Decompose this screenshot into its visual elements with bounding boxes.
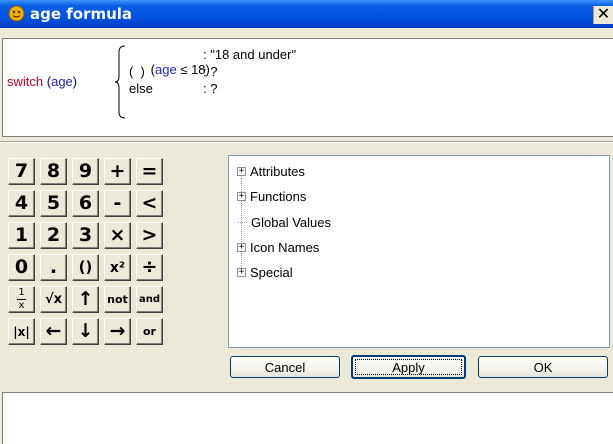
key-down-arrow[interactable]: ↓ xyxy=(72,318,99,345)
expand-icon[interactable]: + xyxy=(237,191,246,201)
switch-variable: age xyxy=(51,74,73,89)
status-panel xyxy=(2,392,613,444)
case-result-1[interactable]: : "18 and under" xyxy=(203,47,296,62)
tree-item-label: Attributes xyxy=(250,163,305,179)
key-0[interactable]: 0 xyxy=(8,254,35,281)
case-else[interactable]: else xyxy=(129,81,153,96)
case-condition-2[interactable]: ( ) xyxy=(129,64,145,79)
key-5[interactable]: 5 xyxy=(40,190,67,217)
key-up-arrow[interactable]: ↑ xyxy=(72,286,99,313)
window-title: age formula xyxy=(30,5,133,23)
key-right-arrow[interactable]: → xyxy=(104,318,131,345)
app-icon xyxy=(8,5,25,22)
case-brace-icon xyxy=(114,45,126,119)
tree-item-attributes[interactable]: + Attributes xyxy=(237,162,305,180)
key-absolute[interactable]: |x| xyxy=(8,318,35,345)
key-multiply[interactable]: × xyxy=(104,222,131,249)
key-9[interactable]: 9 xyxy=(72,158,99,185)
key-and[interactable]: and xyxy=(136,286,163,313)
title-bar[interactable]: age formula ✕ xyxy=(0,0,613,28)
switch-close-paren: ) xyxy=(72,74,78,89)
tree-item-special[interactable]: + Special xyxy=(237,263,293,281)
key-decimal[interactable]: . xyxy=(40,254,67,281)
key-7[interactable]: 7 xyxy=(8,158,35,185)
key-reciprocal[interactable]: 1x xyxy=(8,286,35,313)
tree-item-label: Icon Names xyxy=(250,239,320,255)
tree-item-label: Special xyxy=(250,264,293,280)
symbol-tree[interactable]: + Attributes + Functions Global Values +… xyxy=(228,155,610,348)
formula-editor-window: age formula ✕ switch (age) (age ≤ 18) : … xyxy=(0,0,613,444)
formula-display[interactable]: switch (age) (age ≤ 18) : "18 and under"… xyxy=(2,38,613,137)
tree-leaf-connector xyxy=(238,221,247,223)
key-parentheses[interactable]: () xyxy=(72,254,99,281)
case-variable: age xyxy=(155,62,177,77)
ok-button[interactable]: OK xyxy=(478,356,608,378)
key-4[interactable]: 4 xyxy=(8,190,35,217)
key-or[interactable]: or xyxy=(136,318,163,345)
key-equals[interactable]: = xyxy=(136,158,163,185)
expand-icon[interactable]: + xyxy=(237,267,246,277)
tree-item-label: Global Values xyxy=(251,214,331,230)
tree-item-functions[interactable]: + Functions xyxy=(237,187,306,205)
key-8[interactable]: 8 xyxy=(40,158,67,185)
cancel-button[interactable]: Cancel xyxy=(230,356,340,378)
key-greater-than[interactable]: > xyxy=(136,222,163,249)
tree-item-label: Functions xyxy=(250,188,307,204)
key-square-root[interactable]: √x xyxy=(40,286,67,313)
key-less-than[interactable]: < xyxy=(136,190,163,217)
key-square[interactable]: x² xyxy=(104,254,131,281)
key-left-arrow[interactable]: ← xyxy=(40,318,67,345)
switch-keyword: switch xyxy=(7,74,44,89)
divider xyxy=(0,141,613,143)
key-1[interactable]: 1 xyxy=(8,222,35,249)
expand-icon[interactable]: + xyxy=(237,166,246,176)
key-not[interactable]: not xyxy=(104,286,131,313)
reciprocal-icon: 1x xyxy=(17,287,26,311)
key-divide[interactable]: ÷ xyxy=(136,254,163,281)
case-result-2[interactable]: : ? xyxy=(203,64,217,79)
case-operator: ≤ 18 xyxy=(176,62,206,77)
tree-item-global-values[interactable]: Global Values xyxy=(237,213,331,231)
key-plus[interactable]: + xyxy=(104,158,131,185)
key-3[interactable]: 3 xyxy=(72,222,99,249)
key-minus[interactable]: - xyxy=(104,190,131,217)
tree-item-icon-names[interactable]: + Icon Names xyxy=(237,238,319,256)
expand-icon[interactable]: + xyxy=(237,242,246,252)
apply-button[interactable]: Apply xyxy=(351,355,466,379)
close-icon[interactable]: ✕ xyxy=(593,6,613,24)
case-result-else[interactable]: : ? xyxy=(203,81,217,96)
key-2[interactable]: 2 xyxy=(40,222,67,249)
key-6[interactable]: 6 xyxy=(72,190,99,217)
switch-expression: switch (age) xyxy=(7,74,77,89)
